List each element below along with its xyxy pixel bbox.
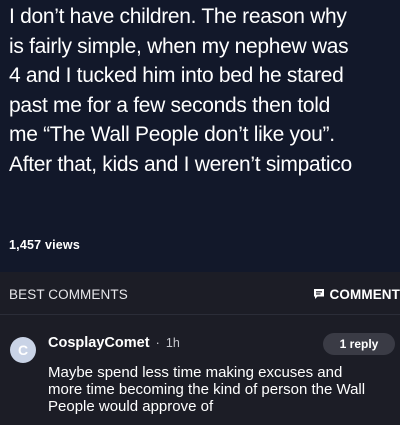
post-meta: 1,457 views (0, 222, 400, 272)
post-page: I don’t have children. The reason why is… (0, 0, 400, 425)
best-comments-sort[interactable]: BEST COMMENTS (9, 287, 128, 302)
post-text-line: is fairly simple, when my nephew was (9, 34, 349, 58)
comments-section: BEST COMMENTS COMMENT C CosplayComet · 1… (0, 272, 400, 425)
comment-time: 1h (165, 336, 180, 350)
post-text-line: I don’t have children. The reason why (9, 5, 347, 28)
comment-body-line: Maybe spend less time making excuses and (48, 364, 343, 381)
avatar-letter: C (17, 342, 29, 358)
comment-header: CosplayComet · 1h (48, 335, 180, 351)
replies-count: 1 reply (339, 337, 379, 351)
post-text: I don’t have children. The reason why is… (9, 2, 400, 179)
post-text-line: 4 and I tucked him into bed he stared (9, 64, 344, 87)
comment-icon (313, 289, 324, 299)
comment-button[interactable]: COMMENT (313, 285, 400, 303)
comment-body-line: People would approve of (48, 398, 214, 415)
comment-body-line: more time becoming the kind of person th… (48, 381, 366, 398)
views-count: 1,457 views (9, 238, 81, 252)
avatar[interactable]: C (10, 337, 36, 363)
post-image[interactable]: I don’t have children. The reason why is… (0, 0, 400, 222)
comment-body: Maybe spend less time making excuses and… (48, 364, 400, 415)
replies-button[interactable]: 1 reply (323, 333, 395, 355)
comments-header: BEST COMMENTS COMMENT (0, 272, 400, 315)
post-text-line: me “The Wall People don’t like you”. (9, 123, 335, 146)
comment-button-label: COMMENT (329, 286, 400, 302)
separator-dot: · (155, 335, 160, 350)
post-text-line: past me for a few seconds then told (9, 93, 331, 117)
comment-item: C CosplayComet · 1h 1 reply Maybe spend … (0, 326, 400, 425)
comment-username[interactable]: CosplayComet (48, 335, 150, 351)
post-text-line: After that, kids and I weren’t simpatico (9, 152, 352, 176)
